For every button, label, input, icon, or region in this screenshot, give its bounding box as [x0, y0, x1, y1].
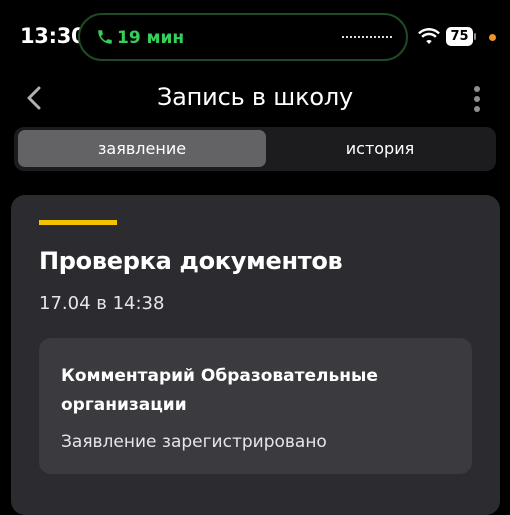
comment-text: Заявление зарегистрировано	[61, 432, 327, 452]
phone-icon	[98, 30, 112, 44]
tab-history[interactable]: история	[268, 130, 492, 167]
status-time: 13:30	[20, 24, 86, 48]
chevron-left-icon	[27, 86, 41, 110]
battery-level: 75	[446, 27, 473, 46]
comment-box: Комментарий Образовательные организации …	[39, 338, 472, 474]
active-call-indicator[interactable]: 19 мин	[78, 13, 408, 61]
privacy-indicator-dot	[489, 34, 496, 41]
application-status-card: Проверка документов 17.04 в 14:38 Коммен…	[11, 195, 500, 515]
status-timestamp: 17.04 в 14:38	[39, 293, 165, 314]
more-vertical-icon-dot	[474, 96, 480, 102]
call-duration: 19 мин	[117, 28, 185, 48]
more-vertical-icon-dot	[474, 106, 480, 112]
more-options-button[interactable]	[465, 84, 489, 114]
segmented-tabs: заявление история	[14, 127, 496, 171]
tab-application[interactable]: заявление	[18, 130, 266, 167]
battery-cap	[474, 33, 476, 40]
more-vertical-icon-dot	[474, 86, 480, 92]
page-title: Запись в школу	[156, 83, 353, 111]
comment-title: Комментарий Образовательные организации	[61, 366, 378, 415]
status-bar: 13:30 19 мин 75	[0, 0, 510, 76]
status-accent-bar	[39, 220, 117, 225]
status-title: Проверка документов	[39, 247, 343, 275]
back-button[interactable]	[18, 82, 50, 114]
wifi-icon	[418, 28, 440, 44]
audio-waveform-icon	[342, 36, 392, 38]
battery-indicator: 75	[446, 27, 476, 46]
